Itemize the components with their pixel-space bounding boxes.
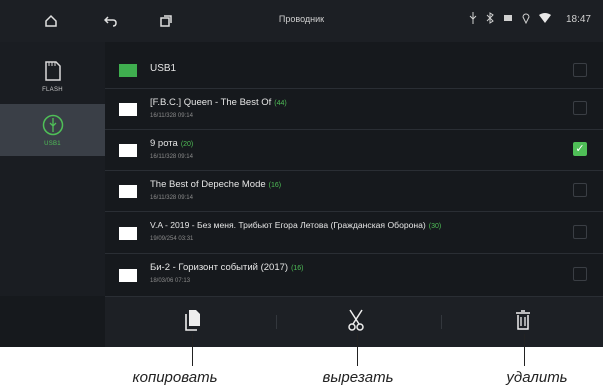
item-date: 16/11/328 09:14 [150, 154, 193, 160]
scissors-icon [347, 309, 365, 336]
folder-icon [119, 144, 137, 157]
folder-icon [119, 64, 137, 77]
item-title: 9 рота [150, 138, 178, 149]
item-name: [F.B.C.] Queen - The Best Of (44) [150, 97, 287, 108]
callout-line-copy [192, 334, 193, 366]
item-count: (20) [180, 141, 194, 148]
item-checkbox-checked[interactable]: ✓ [573, 142, 587, 156]
usb-icon [469, 12, 477, 27]
copy-caption: копировать [132, 369, 218, 386]
list-item[interactable]: The Best of Depeche Mode (16) 16/11/328 0… [105, 170, 603, 212]
head-unit-screen: Проводник 18:47 FLASH USB1 USB1 [F.B.C.]… [0, 0, 603, 347]
sidebar-item-label: FLASH [42, 86, 63, 93]
item-checkbox[interactable] [573, 101, 587, 115]
select-all-checkbox[interactable] [573, 63, 587, 77]
current-folder-label: USB1 [150, 63, 177, 74]
item-checkbox[interactable] [573, 267, 587, 281]
delete-caption: удалить [506, 369, 568, 386]
item-date: 16/11/328 09:14 [150, 195, 193, 201]
wifi-icon [538, 13, 551, 26]
callout-line-delete [524, 334, 525, 366]
callout-line-cut [357, 334, 358, 366]
clock: 18:47 [565, 14, 591, 25]
file-list: USB1 [F.B.C.] Queen - The Best Of (44) 16… [105, 52, 603, 296]
item-checkbox[interactable] [573, 183, 587, 197]
sidebar-item-usb1[interactable]: USB1 [0, 104, 105, 156]
sd-card-icon [44, 60, 62, 84]
item-count: (16) [268, 182, 282, 189]
item-count: (16) [291, 265, 304, 272]
copy-button[interactable] [180, 309, 206, 335]
status-bar: Проводник 18:47 [0, 0, 603, 42]
cut-button[interactable] [343, 309, 369, 335]
action-toolbar [105, 296, 603, 347]
folder-icon [119, 185, 137, 198]
location-icon [522, 12, 530, 27]
item-count: (44) [274, 100, 287, 107]
status-icons: 18:47 [469, 12, 591, 27]
item-name: 9 рота (20) [150, 138, 193, 149]
usb-drive-icon [42, 114, 64, 138]
item-title: Би-2 - Горизонт событий (2017) [150, 262, 289, 273]
toolbar-divider [441, 315, 442, 329]
sidebar-item-flash[interactable]: FLASH [0, 50, 105, 102]
item-date: 18/03/06 07:13 [150, 278, 191, 284]
folder-icon [119, 103, 137, 116]
sidebar-item-label: USB1 [44, 140, 61, 147]
list-header-row[interactable]: USB1 [105, 52, 603, 89]
list-item[interactable]: V.A - 2019 - Без меня. Трибьют Егора Лет… [105, 211, 603, 254]
storage-sidebar: FLASH USB1 [0, 42, 105, 296]
folder-icon [119, 227, 137, 240]
list-item[interactable]: 9 рота (20) 16/11/328 09:14 ✓ [105, 129, 603, 171]
cut-caption: вырезать [322, 369, 394, 386]
item-title: The Best of Depeche Mode [150, 179, 266, 190]
item-count: (30) [428, 223, 442, 230]
item-date: 16/11/328 09:14 [150, 113, 193, 119]
bluetooth-icon [486, 12, 494, 27]
trash-icon [515, 309, 531, 335]
item-name: Би-2 - Горизонт событий (2017) (16) [150, 262, 304, 273]
battery-icon [503, 12, 513, 27]
item-name: V.A - 2019 - Без меня. Трибьют Егора Лет… [150, 220, 441, 230]
item-name: The Best of Depeche Mode (16) [150, 179, 281, 190]
folder-icon [119, 269, 137, 282]
list-item[interactable]: [F.B.C.] Queen - The Best Of (44) 16/11/3… [105, 88, 603, 130]
delete-button[interactable] [510, 309, 536, 335]
item-title: V.A - 2019 - Без меня. Трибьют Егора Лет… [150, 220, 426, 230]
item-title: [F.B.C.] Queen - The Best Of [150, 97, 272, 108]
list-item[interactable]: Би-2 - Горизонт событий (2017) (16) 18/03… [105, 253, 603, 296]
item-date: 19/09/254 03:31 [150, 236, 194, 242]
copy-icon [184, 309, 202, 336]
toolbar-divider [276, 315, 277, 329]
item-checkbox[interactable] [573, 225, 587, 239]
